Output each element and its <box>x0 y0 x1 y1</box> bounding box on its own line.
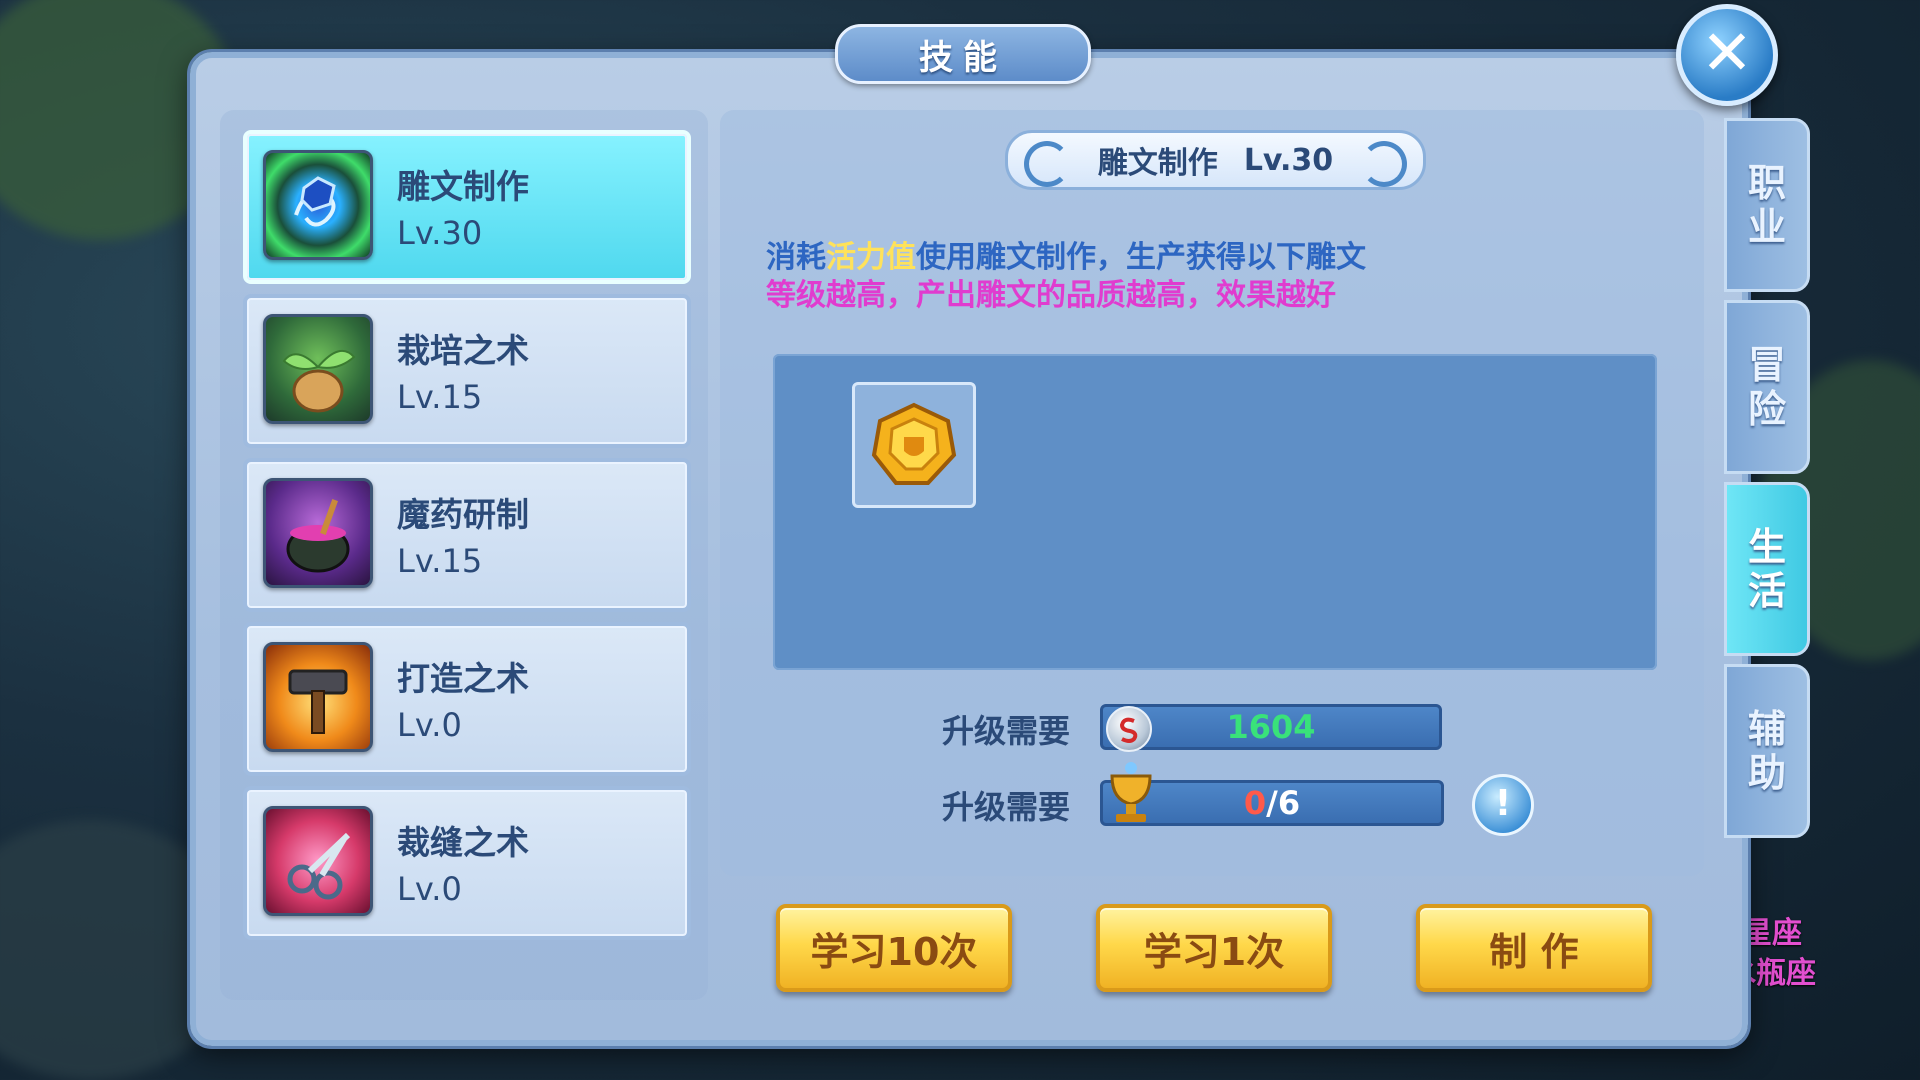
tab-label-top: 冒 <box>1747 343 1786 387</box>
skill-level: Lv.0 <box>397 706 462 744</box>
output-item-slot[interactable] <box>852 382 976 508</box>
detail-skill-level: Lv.30 <box>1243 142 1334 178</box>
swirl-ornament-icon <box>1024 141 1070 187</box>
skill-level: Lv.30 <box>397 214 483 252</box>
seed-bag-icon <box>263 314 373 424</box>
skill-name: 魔药研制 <box>397 495 529 534</box>
make-button[interactable]: 制 作 <box>1416 904 1652 992</box>
window-title: 技能 <box>835 24 1091 84</box>
detail-skill-name: 雕文制作 <box>1097 146 1218 181</box>
silver-coin-icon <box>1106 706 1152 752</box>
potion-cauldron-icon <box>263 478 373 588</box>
tab-adventure[interactable]: 冒 险 <box>1724 300 1810 474</box>
learn-1-button[interactable]: 学习1次 <box>1096 904 1332 992</box>
coin-requirement-value: 1604 <box>1226 708 1316 746</box>
description-line-2: 等级越高，产出雕文的品质越高，效果越好 <box>766 278 1336 313</box>
tab-label-bottom: 活 <box>1747 569 1786 613</box>
trophy-total-value: /6 <box>1266 784 1301 822</box>
gold-rune-gem-icon <box>871 402 957 485</box>
skill-item-cultivation[interactable]: 栽培之术 Lv.15 <box>243 294 691 448</box>
upgrade-requirement-label: 升级需要 <box>942 788 1071 826</box>
skill-level: Lv.0 <box>397 870 462 908</box>
skill-name: 栽培之术 <box>397 331 529 370</box>
skill-level: Lv.15 <box>397 542 483 580</box>
rune-swirl-icon <box>263 150 373 260</box>
upgrade-requirement-label: 升级需要 <box>942 712 1071 750</box>
skill-item-forging[interactable]: 打造之术 Lv.0 <box>243 622 691 776</box>
skill-detail-title: 雕文制作 Lv.30 <box>1005 130 1426 190</box>
hammer-icon <box>263 642 373 752</box>
skill-name: 雕文制作 <box>397 167 529 206</box>
tab-label-top: 生 <box>1747 525 1786 569</box>
skill-name: 裁缝之术 <box>397 823 529 862</box>
tab-label-bottom: 险 <box>1747 387 1786 431</box>
skill-level: Lv.15 <box>397 378 483 416</box>
skill-name: 打造之术 <box>397 659 529 698</box>
skill-item-tailoring[interactable]: 裁缝之术 Lv.0 <box>243 786 691 940</box>
skill-item-potion[interactable]: 魔药研制 Lv.15 <box>243 458 691 612</box>
tab-label-top: 职 <box>1747 161 1786 205</box>
tab-profession[interactable]: 职 业 <box>1724 118 1810 292</box>
tab-assist[interactable]: 辅 助 <box>1724 664 1810 838</box>
learn-10-button[interactable]: 学习10次 <box>776 904 1012 992</box>
info-button[interactable]: ! <box>1472 774 1534 836</box>
trophy-current-value: 0 <box>1243 784 1267 822</box>
skill-item-rune-crafting[interactable]: 雕文制作 Lv.30 <box>243 130 691 284</box>
scissors-icon <box>263 806 373 916</box>
tab-label-bottom: 业 <box>1747 205 1786 249</box>
tab-life[interactable]: 生 活 <box>1724 482 1810 656</box>
swirl-ornament-icon <box>1361 141 1407 187</box>
constellation-label: 星座 <box>1742 916 1802 951</box>
close-button[interactable]: ✕ <box>1676 4 1778 106</box>
trophy-icon <box>1102 760 1160 826</box>
tab-label-bottom: 助 <box>1747 751 1786 795</box>
tab-label-top: 辅 <box>1747 707 1786 751</box>
